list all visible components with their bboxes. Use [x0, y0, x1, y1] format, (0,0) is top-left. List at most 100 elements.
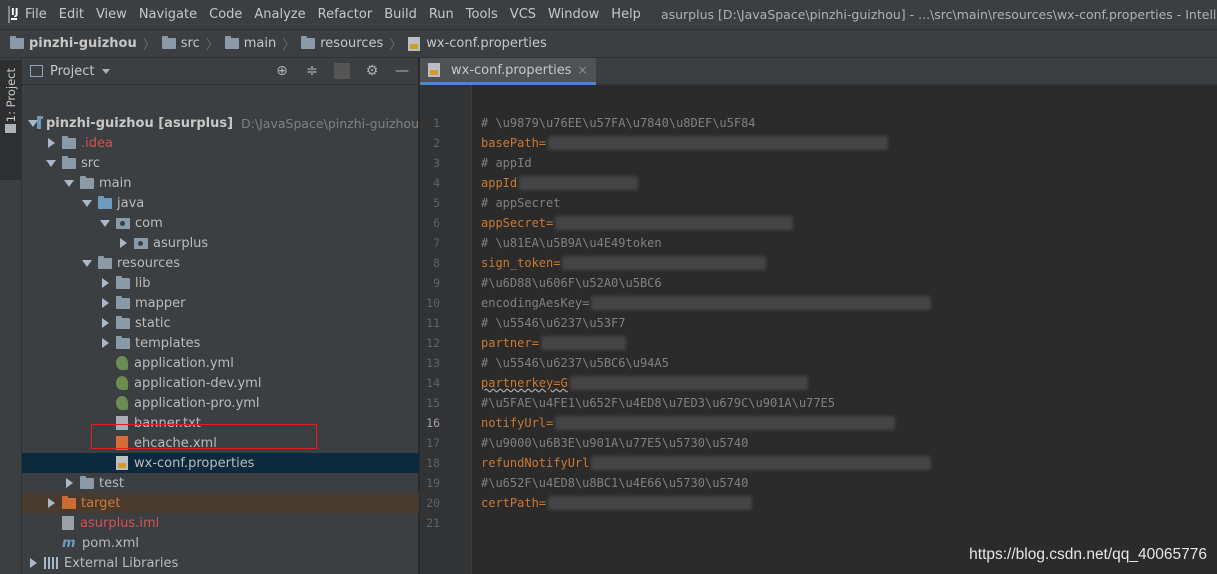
breadcrumb-item-main[interactable]: main: [224, 36, 276, 51]
tree-item[interactable]: application-dev.yml: [22, 373, 419, 393]
menu-vcs[interactable]: VCS: [504, 0, 542, 29]
tab-label: wx-conf.properties: [451, 62, 572, 78]
menu-refactor[interactable]: Refactor: [312, 0, 379, 29]
chevron-right-icon[interactable]: [118, 238, 128, 248]
folder-icon: [116, 275, 130, 289]
code-text: refundNotifyUrl: [481, 456, 590, 470]
chevron-right-icon: 〉: [142, 38, 156, 53]
chevron-down-icon[interactable]: [100, 218, 110, 228]
tree-item[interactable]: wx-conf.properties: [22, 453, 419, 473]
tree-item[interactable]: static: [22, 313, 419, 333]
tree-item-label: asurplus: [153, 235, 209, 251]
chevron-right-icon[interactable]: [100, 298, 110, 308]
tree-item[interactable]: lib: [22, 273, 419, 293]
tree-item-label: com: [135, 215, 163, 231]
menu-analyze[interactable]: Analyze: [248, 0, 311, 29]
tree-item[interactable]: src: [22, 153, 419, 173]
chevron-right-icon[interactable]: [100, 338, 110, 348]
package-icon: [134, 237, 148, 249]
line-number: 1: [433, 116, 440, 130]
collapse-all-icon[interactable]: ≑: [304, 63, 320, 79]
code-line: #\u652F\u4ED8\u8BC1\u4E66\u5730\u5740: [481, 473, 748, 493]
tree-item[interactable]: resources: [22, 253, 419, 273]
tree-item[interactable]: .idea: [22, 133, 419, 153]
tree-item[interactable]: main: [22, 173, 419, 193]
chevron-right-icon[interactable]: [46, 138, 56, 148]
tree-item-label: application.yml: [134, 355, 234, 371]
chevron-right-icon[interactable]: [46, 498, 56, 508]
code-line: partner=: [481, 333, 626, 353]
tree-item[interactable]: application-pro.yml: [22, 393, 419, 413]
tree-item[interactable]: com: [22, 213, 419, 233]
tree-item-label: application-pro.yml: [134, 395, 260, 411]
chevron-down-icon[interactable]: [28, 118, 38, 128]
folder-icon: [116, 295, 130, 309]
project-view-selector[interactable]: Project: [50, 64, 94, 79]
chevron-down-icon[interactable]: [82, 198, 92, 208]
code-text: # appSecret: [481, 196, 561, 210]
folder-icon: [5, 124, 16, 133]
code-line: certPath=: [481, 493, 753, 513]
tree-item[interactable]: test: [22, 473, 419, 493]
menu-tools[interactable]: Tools: [460, 0, 504, 29]
menu-code[interactable]: Code: [203, 0, 248, 29]
code-text: sign_token=: [481, 256, 561, 270]
project-tool-window-button[interactable]: 1: Project: [0, 60, 22, 180]
menu-view[interactable]: View: [90, 0, 133, 29]
spring-yml-icon: [116, 396, 128, 410]
project-panel-header: Project ⊕ ≑ ⚙ —: [22, 58, 418, 85]
menu-navigate[interactable]: Navigate: [133, 0, 203, 29]
breadcrumb-label: wx-conf.properties: [426, 36, 547, 51]
tree-item[interactable]: External Libraries: [22, 553, 419, 573]
excluded-folder-icon: [62, 495, 76, 509]
properties-file-icon: [428, 63, 440, 77]
tree-item[interactable]: m pom.xml: [22, 533, 419, 553]
folder-icon: [62, 155, 76, 169]
gear-icon[interactable]: ⚙: [364, 63, 380, 79]
tree-item[interactable]: asurplus: [22, 233, 419, 253]
tree-item-label: External Libraries: [64, 555, 179, 571]
breadcrumb-item-src[interactable]: src: [161, 36, 200, 51]
line-number: 12: [426, 336, 440, 350]
chevron-right-icon[interactable]: [64, 478, 74, 488]
menu-build[interactable]: Build: [378, 0, 423, 29]
chevron-right-icon[interactable]: [100, 318, 110, 328]
tree-item[interactable]: target: [22, 493, 419, 513]
folder-icon: [224, 36, 239, 49]
tree-item[interactable]: asurplus.iml: [22, 513, 419, 533]
tree-item[interactable]: pinzhi-guizhou [asurplus] D:\JavaSpace\pi…: [22, 113, 419, 133]
chevron-right-icon[interactable]: [28, 558, 38, 568]
menu-run[interactable]: Run: [423, 0, 460, 29]
folder-icon: [10, 36, 24, 49]
code-line: appSecret=: [481, 213, 794, 233]
folder-icon: [80, 475, 94, 489]
menu-file[interactable]: File: [19, 0, 53, 29]
chevron-down-icon[interactable]: [46, 158, 56, 168]
tree-item[interactable]: application.yml: [22, 353, 419, 373]
tree-item[interactable]: mapper: [22, 293, 419, 313]
hide-panel-icon[interactable]: —: [394, 63, 410, 79]
tree-item[interactable]: templates: [22, 333, 419, 353]
breadcrumb-item-file[interactable]: wx-conf.properties: [408, 36, 547, 51]
highlight-box: [91, 424, 317, 449]
menu-window[interactable]: Window: [542, 0, 605, 29]
folder-icon: [80, 175, 94, 189]
menu-edit[interactable]: Edit: [53, 0, 90, 29]
chevron-down-icon[interactable]: [64, 178, 74, 188]
breadcrumb-item-project[interactable]: pinzhi-guizhou: [10, 36, 137, 51]
chevron-down-icon[interactable]: [82, 258, 92, 268]
breadcrumb-item-resources[interactable]: resources: [301, 36, 383, 51]
tree-item[interactable]: java: [22, 193, 419, 213]
chevron-right-icon: 〉: [205, 38, 219, 53]
source-folder-icon: [98, 195, 112, 209]
chevron-down-icon[interactable]: [102, 68, 111, 74]
editor-tab-wx-conf[interactable]: wx-conf.properties ×: [420, 58, 596, 85]
menu-help[interactable]: Help: [605, 0, 647, 29]
tool-window-stripe: 1: Project: [0, 58, 22, 574]
chevron-right-icon[interactable]: [100, 278, 110, 288]
locate-file-icon[interactable]: ⊕: [274, 63, 290, 79]
close-icon[interactable]: ×: [577, 63, 587, 77]
libraries-icon: [44, 557, 58, 569]
properties-file-icon: [116, 456, 128, 470]
tree-item-label: application-dev.yml: [134, 375, 262, 391]
